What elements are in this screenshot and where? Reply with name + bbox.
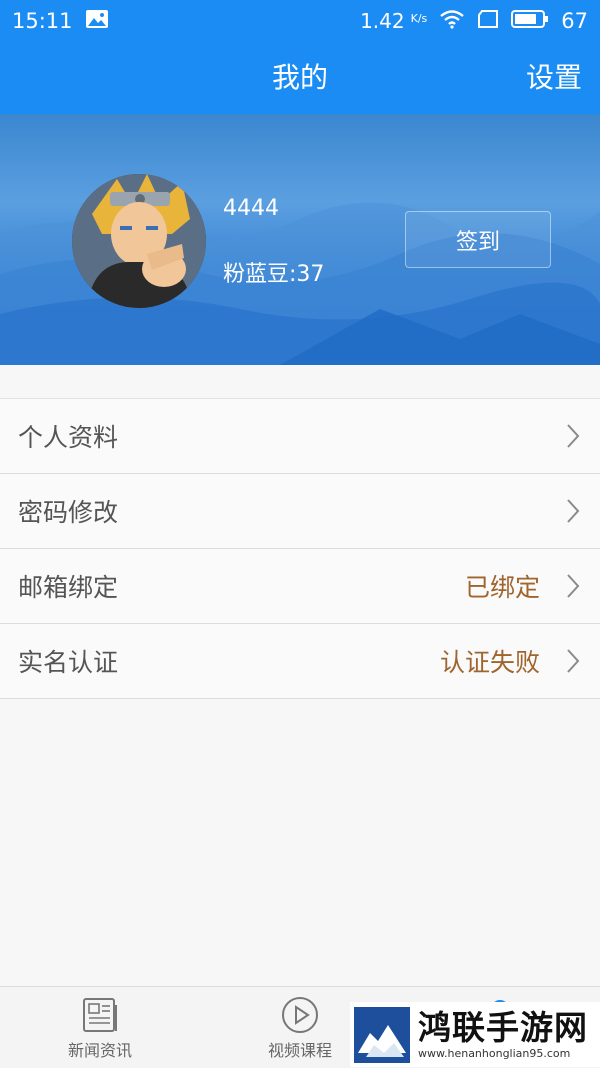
battery-level: 67 — [561, 9, 588, 33]
status-bar: 15:11 1.42 K/s 67 — [0, 0, 600, 42]
status-time: 15:11 — [12, 9, 73, 33]
menu-item-profile[interactable]: 个人资料 — [0, 399, 600, 474]
watermark-name: 鸿联手游网 — [418, 1008, 588, 1047]
net-speed-unit: K/s — [410, 11, 428, 25]
chevron-right-icon — [567, 424, 580, 448]
profile-banner: 4444 粉蓝豆:37 签到 — [0, 114, 600, 365]
menu-item-password[interactable]: 密码修改 — [0, 474, 600, 549]
chevron-right-icon — [567, 574, 580, 598]
play-icon — [282, 997, 318, 1033]
watermark: 鸿联手游网 www.henanhonglian95.com — [350, 1002, 600, 1067]
menu-item-value: 认证失败 — [439, 648, 540, 677]
settings-button[interactable]: 设置 — [526, 42, 582, 114]
settings-menu: 个人资料 密码修改 邮箱绑定 已绑定 实名认证 认证失败 — [0, 398, 600, 699]
menu-item-email[interactable]: 邮箱绑定 已绑定 — [0, 549, 600, 624]
chevron-right-icon — [567, 649, 580, 673]
image-notification-icon — [85, 9, 109, 34]
menu-item-label: 邮箱绑定 — [18, 573, 119, 602]
sim-icon — [477, 9, 499, 34]
page-title: 我的 — [271, 61, 328, 94]
title-bar: 我的 设置 — [0, 42, 600, 114]
watermark-logo-icon — [354, 1006, 410, 1063]
beans-count: 粉蓝豆:37 — [223, 262, 325, 287]
menu-item-verification[interactable]: 实名认证 认证失败 — [0, 624, 600, 699]
battery-icon — [511, 9, 549, 34]
menu-item-value: 已绑定 — [464, 573, 540, 602]
tab-videos[interactable]: 视频课程 — [240, 987, 360, 1068]
wifi-icon — [439, 9, 465, 34]
news-icon — [83, 998, 117, 1032]
tab-news[interactable]: 新闻资讯 — [40, 987, 160, 1068]
tab-videos-label: 视频课程 — [267, 1041, 332, 1060]
checkin-button[interactable]: 签到 — [405, 211, 551, 268]
net-speed: 1.42 — [360, 9, 405, 33]
avatar[interactable] — [72, 174, 206, 308]
tab-news-label: 新闻资讯 — [67, 1041, 132, 1060]
menu-item-label: 密码修改 — [18, 498, 119, 527]
menu-item-label: 实名认证 — [18, 648, 119, 677]
username: 4444 — [223, 196, 279, 221]
chevron-right-icon — [567, 499, 580, 523]
menu-item-label: 个人资料 — [18, 423, 119, 452]
watermark-url: www.henanhonglian95.com — [418, 1047, 571, 1060]
